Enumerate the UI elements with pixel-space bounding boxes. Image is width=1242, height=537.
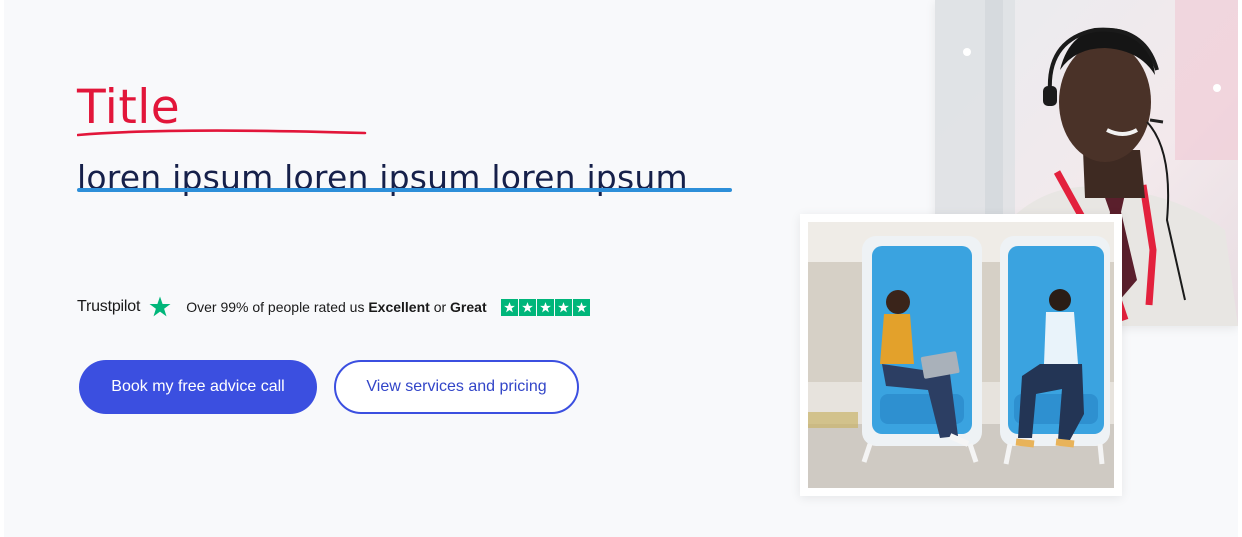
trustpilot-logo-text: Trustpilot [77,298,141,315]
subtitle-underline [77,188,732,192]
page-subtitle: loren ipsum loren ipsum loren ipsum [77,158,688,197]
trustpilot-rating[interactable]: Trustpilot Over 99% of people rated us E… [77,293,590,321]
rating-great-label: Great [450,299,487,315]
view-services-pricing-button[interactable]: View services and pricing [334,360,579,414]
trustpilot-rating-text: Over 99% of people rated us Excellent or… [186,299,487,315]
hero-section: Title loren ipsum loren ipsum loren ipsu… [4,0,1238,537]
star-icon [536,298,554,316]
star-icon [518,298,536,316]
book-advice-call-button[interactable]: Book my free advice call [79,360,317,414]
trustpilot-star-icon [149,296,171,317]
rating-excellent-label: Excellent [368,299,430,315]
trustpilot-five-stars [500,298,590,316]
star-icon [554,298,572,316]
star-icon [500,298,518,316]
people-in-office-pods-photo [800,214,1122,496]
title-underline [77,129,367,137]
star-icon [572,298,590,316]
